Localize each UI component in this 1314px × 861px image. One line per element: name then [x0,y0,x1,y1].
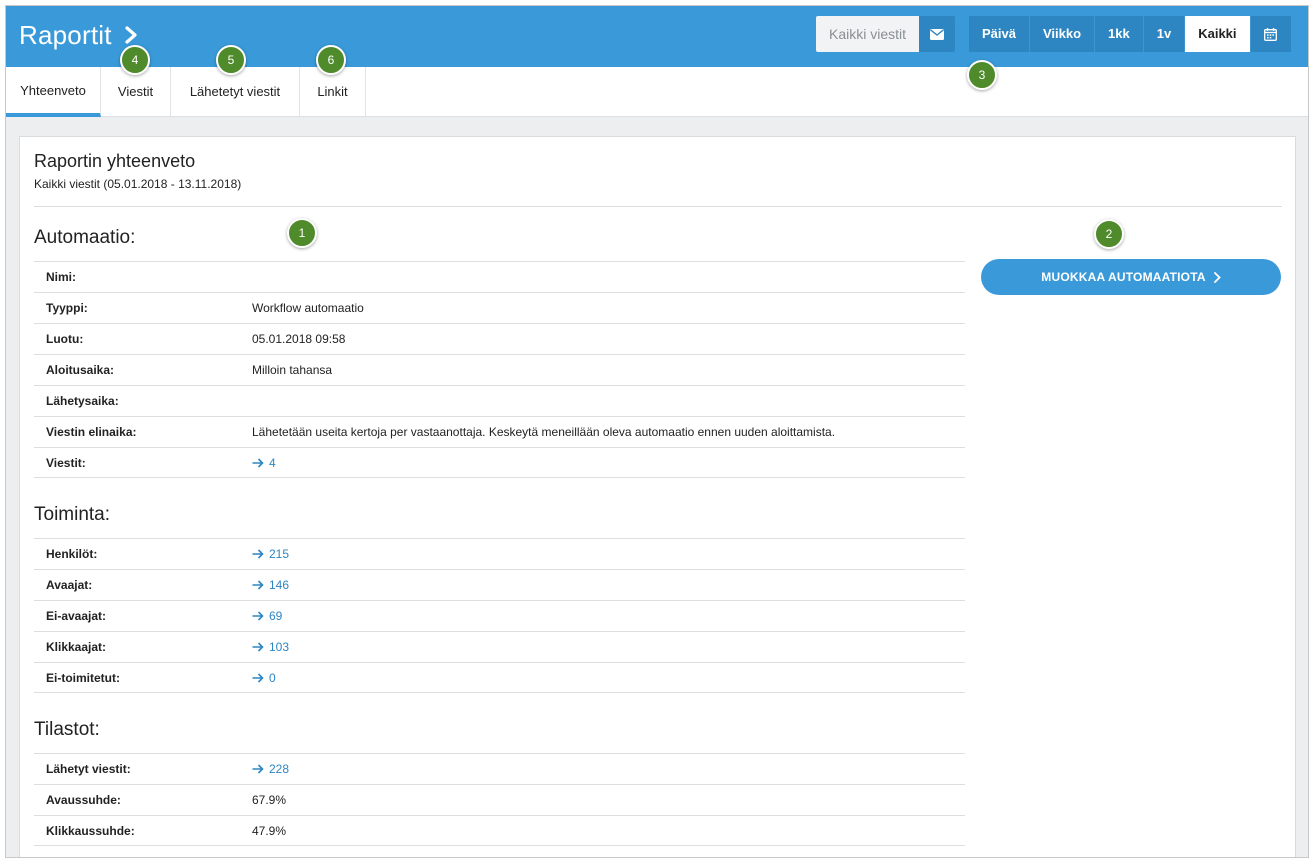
arrow-right-icon [252,764,264,774]
page-title: Raportit [19,20,112,50]
period-month-button[interactable]: 1kk [1095,16,1144,52]
table-row: Viestin elinaika: Lähetetään useita kert… [34,416,965,447]
tab-bar: Yhteenveto Viestit Lähetetyt viestit Lin… [6,67,1308,117]
row-label: Avaajat: [46,578,93,592]
row-label: Avaussuhde: [46,793,121,807]
arrow-right-icon [252,549,264,559]
row-label: Tyyppi: [46,301,88,315]
summary-title: Raportin yhteenveto [34,151,196,171]
arrow-right-icon [252,673,264,683]
row-label: Klikkaajat: [46,640,107,654]
callout-5: 5 [216,45,246,75]
table-row: Viestit: 4 [34,447,965,478]
table-row: Henkilöt: 215 [34,538,965,569]
callout-6: 6 [316,45,346,75]
row-label: Ei-toimitetut: [46,671,120,685]
stats-table: Lähetyt viestit: 228 Avaussuhde: 67.9% K… [34,753,965,846]
period-year-button[interactable]: 1v [1143,16,1186,52]
table-row: Nimi: [34,261,965,292]
automation-heading: Automaatio: [34,227,136,248]
period-day-button[interactable]: Päivä [969,16,1030,52]
row-label: Ei-avaajat: [46,609,107,623]
calendar-button[interactable] [1250,16,1291,52]
edit-automation-button[interactable]: MUOKKAA AUTOMAATIOTA [981,259,1281,295]
table-row: Klikkaajat: 103 [34,631,965,662]
period-week-button[interactable]: Viikko [1029,16,1096,52]
openers-link[interactable]: 146 [252,570,289,600]
summary-date-range: Kaikki viestit (05.01.2018 - 13.11.2018) [34,177,242,191]
app-window: Raportit Kaikki viestit Päivä Viikko 1kk… [5,5,1309,858]
row-label: Lähetysaika: [46,394,119,408]
row-value: Milloin tahansa [252,363,333,377]
sent-messages-link[interactable]: 228 [252,754,289,784]
table-row: Avaussuhde: 67.9% [34,784,965,815]
automation-table: Nimi: Tyyppi: Workflow automaatio Luotu:… [34,261,965,478]
arrow-right-icon [252,611,264,621]
non-openers-link[interactable]: 69 [252,601,282,631]
callout-1: 1 [287,218,317,248]
arrow-right-icon [252,642,264,652]
row-label: Lähetyt viestit: [46,762,131,776]
row-label: Henkilöt: [46,547,98,561]
row-value: 67.9% [252,793,287,807]
activity-heading: Toiminta: [34,504,111,525]
period-selector: Päivä Viikko 1kk 1v Kaikki [969,16,1291,52]
stats-heading: Tilastot: [34,719,100,740]
table-row: Tyyppi: Workflow automaatio [34,292,965,323]
link-value: 228 [269,762,290,776]
row-value: 05.01.2018 09:58 [252,332,346,346]
table-row: Klikkaussuhde: 47.9% [34,815,965,846]
row-label: Klikkaussuhde: [46,824,135,838]
row-label: Nimi: [46,270,76,284]
arrow-right-icon [252,458,264,468]
undelivered-link[interactable]: 0 [252,663,276,693]
row-label: Aloitusaika: [46,363,115,377]
table-row: Avaajat: 146 [34,569,965,600]
top-bar: Raportit Kaikki viestit Päivä Viikko 1kk… [6,6,1308,67]
row-label: Viestin elinaika: [46,425,137,439]
link-value: 69 [269,609,283,623]
callout-3: 3 [967,60,997,90]
callout-2: 2 [1094,219,1124,249]
messages-count-link[interactable]: 4 [252,448,276,478]
link-value: 146 [269,578,290,592]
period-all-button[interactable]: Kaikki [1185,16,1251,52]
link-value: 215 [269,547,290,561]
chevron-right-icon [1213,271,1221,283]
tab-sent-messages[interactable]: Lähetetyt viestit [171,67,300,116]
arrow-right-icon [252,580,264,590]
edit-automation-label: MUOKKAA AUTOMAATIOTA [1041,270,1206,284]
envelope-icon [930,28,944,40]
chevron-right-icon[interactable] [124,26,138,44]
table-row: Ei-avaajat: 69 [34,600,965,631]
row-value: Workflow automaatio [252,301,364,315]
message-filter-input[interactable]: Kaikki viestit [816,16,919,52]
table-row: Luotu: 05.01.2018 09:58 [34,323,965,354]
row-value: Lähetetään useita kertoja per vastaanott… [252,425,836,439]
clickers-link[interactable]: 103 [252,632,289,662]
persons-link[interactable]: 215 [252,539,289,569]
message-select-button[interactable] [919,16,955,52]
link-value: 0 [269,671,276,685]
table-row: Lähetyt viestit: 228 [34,753,965,784]
divider [34,206,1282,207]
callout-4: 4 [120,45,150,75]
row-label: Viestit: [46,456,86,470]
table-row: Ei-toimitetut: 0 [34,662,965,693]
row-value: 47.9% [252,824,287,838]
link-value: 4 [269,456,276,470]
row-label: Luotu: [46,332,84,346]
link-value: 103 [269,640,290,654]
calendar-icon [1264,27,1277,41]
activity-table: Henkilöt: 215 Avaajat: 146 Ei-avaajat: 6… [34,538,965,693]
table-row: Lähetysaika: [34,385,965,416]
tab-summary[interactable]: Yhteenveto [6,67,101,117]
table-row: Aloitusaika: Milloin tahansa [34,354,965,385]
